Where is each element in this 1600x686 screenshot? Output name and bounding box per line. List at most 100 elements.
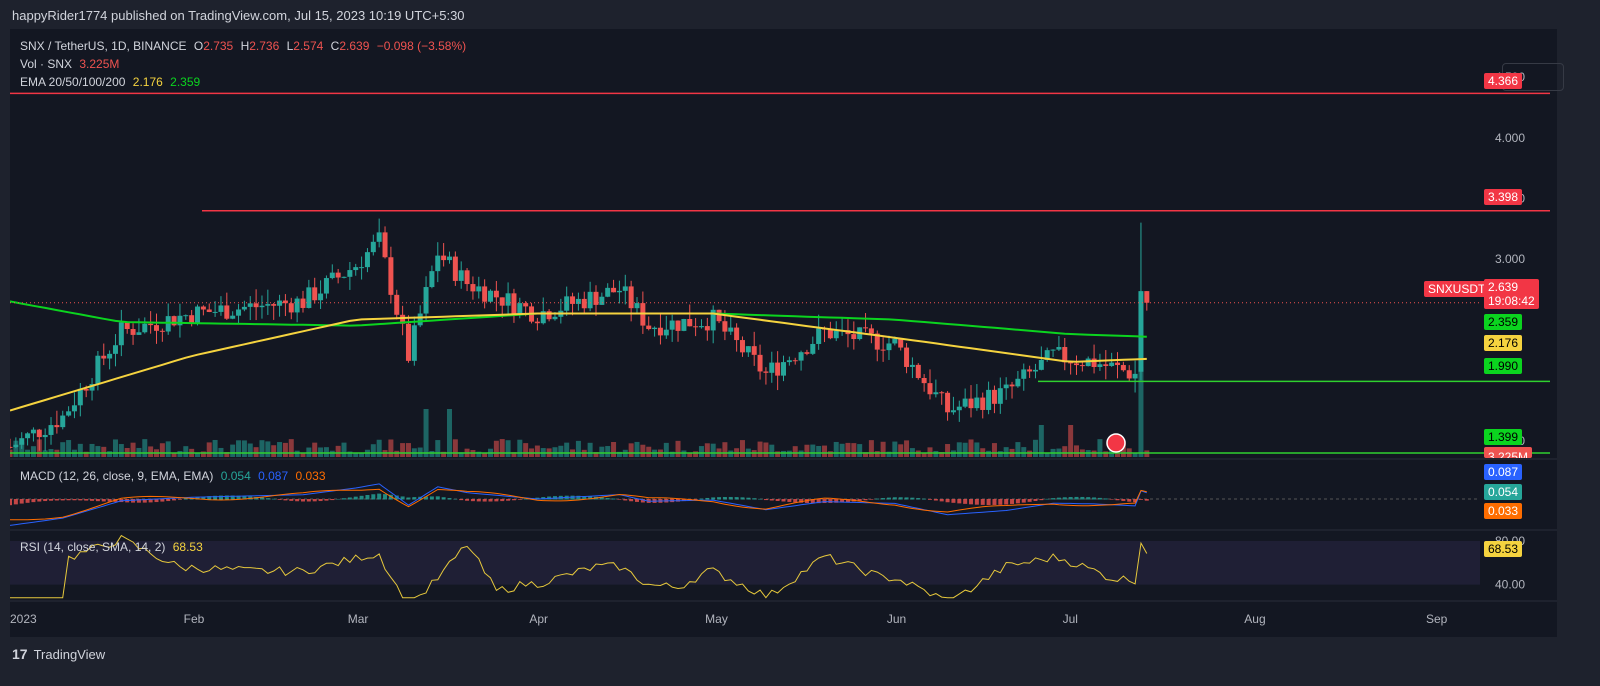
candle-body <box>476 286 482 292</box>
volume-bar <box>89 443 95 457</box>
macd-histogram-bar <box>66 499 71 501</box>
macd-histogram-bar <box>927 499 932 500</box>
macd-histogram-bar <box>717 497 722 500</box>
volume-bar <box>523 443 529 457</box>
candle-body <box>956 406 962 411</box>
macd-histogram-bar <box>435 496 440 500</box>
symbol-legend: SNX / TetherUS, 1D, BINANCE O2.735 H2.73… <box>20 39 470 53</box>
macd-signal-label: 0.087 <box>1484 464 1523 480</box>
volume-bar <box>318 447 324 457</box>
macd-histogram-bar <box>922 498 927 500</box>
rsi-band <box>10 540 1480 585</box>
macd-hist-label: 0.033 <box>1484 503 1523 519</box>
volume-bar <box>781 450 786 457</box>
volume-bar <box>376 439 382 457</box>
candle-body <box>675 320 681 331</box>
publisher-line: happyRider1774 published on TradingView.… <box>12 8 465 23</box>
candle-body <box>411 325 417 361</box>
volume-bar <box>341 442 347 457</box>
macd-histogram-bar <box>1127 499 1132 502</box>
chart-area[interactable]: 4.5004.0003.5003.0001.50080.0040.002023F… <box>10 29 1564 637</box>
macd-histogram-bar <box>933 499 938 501</box>
macd-signal-value: 0.033 <box>295 469 326 483</box>
macd-histogram-bar <box>1021 499 1026 503</box>
x-axis-tick: Apr <box>529 612 548 626</box>
candle-body <box>376 232 382 242</box>
candle-body <box>394 294 400 315</box>
volume-bar <box>36 439 42 457</box>
macd-histogram-bar <box>910 497 915 500</box>
volume-bar <box>839 443 845 457</box>
volume-bar <box>646 446 652 457</box>
macd-histogram-bar <box>1080 496 1085 500</box>
macd-histogram-bar <box>980 499 985 505</box>
candle-body <box>148 323 154 326</box>
candle-body <box>915 364 921 378</box>
macd-histogram-bar <box>500 499 505 502</box>
volume-bar <box>271 445 277 457</box>
macd-histogram-bar <box>72 499 77 501</box>
rsi-value-label: 68.53 <box>1484 541 1523 557</box>
candle-body <box>880 349 886 351</box>
open-label: O <box>193 39 204 53</box>
volume-bar <box>892 441 898 457</box>
last-price-label: 2.639 19:08:42 <box>1484 279 1539 309</box>
volume-bar <box>183 446 189 457</box>
macd-histogram-bar <box>359 495 364 500</box>
rsi-axis-tick: 40.00 <box>1495 578 1525 592</box>
volume-bar <box>446 409 452 457</box>
candle-body <box>77 388 83 406</box>
candle-body <box>1097 364 1103 368</box>
macd-histogram-bar <box>617 499 622 500</box>
candle-body <box>347 270 353 277</box>
macd-histogram-bar <box>963 499 968 504</box>
change-value: −0.098 (−3.58%) <box>376 39 467 53</box>
macd-histogram-bar <box>25 499 30 503</box>
rsi-label: RSI (14, close, SMA, 14, 2) <box>20 540 166 554</box>
macd-histogram-bar <box>177 499 182 500</box>
macd-histogram-bar <box>295 499 300 502</box>
macd-histogram-bar <box>459 499 464 501</box>
x-axis-tick: Mar <box>348 612 369 626</box>
macd-histogram-bar <box>986 499 991 506</box>
volume-bar <box>247 443 253 457</box>
macd-histogram-bar <box>336 498 341 500</box>
candle-body <box>933 392 939 395</box>
footer: 17 TradingView <box>12 646 105 662</box>
low-value: 2.574 <box>293 39 324 53</box>
macd-histogram-bar <box>277 499 282 500</box>
candle-body <box>781 362 786 376</box>
macd-histogram-bar <box>347 497 352 500</box>
high-value: 2.736 <box>249 39 280 53</box>
volume-bar <box>400 443 406 457</box>
candle-body <box>200 306 206 310</box>
support-1399-label: 1.399 <box>1484 429 1523 445</box>
volume-bar <box>552 447 558 457</box>
macd-histogram-bar <box>1033 499 1038 501</box>
volume-bar <box>435 440 441 457</box>
volume-bar <box>159 443 165 457</box>
volume-bar <box>775 451 781 457</box>
x-axis-tick: Jun <box>887 612 906 626</box>
macd-histogram-bar <box>939 499 944 502</box>
candle-body <box>751 346 757 355</box>
candle-body <box>429 271 435 288</box>
volume-bar <box>30 446 36 457</box>
macd-histogram-bar <box>898 497 903 500</box>
candle-body <box>364 252 370 268</box>
candle-body <box>183 315 189 317</box>
macd-histogram-bar <box>1115 499 1120 501</box>
candle-body <box>945 392 951 413</box>
tradingview-logo-icon: 17 <box>12 646 28 662</box>
ema20-line <box>10 312 1147 412</box>
volume-bar <box>1032 439 1038 457</box>
volume-bar <box>335 445 341 457</box>
candle-body <box>786 360 792 363</box>
chart-svg[interactable]: 4.5004.0003.5003.0001.50080.0040.002023F… <box>10 29 1557 637</box>
macd-histogram-bar <box>886 497 891 500</box>
volume-bar <box>640 444 646 457</box>
volume-bar <box>259 440 265 457</box>
candle-body <box>804 352 810 354</box>
candle-body <box>230 315 236 319</box>
volume-bar <box>628 443 634 457</box>
